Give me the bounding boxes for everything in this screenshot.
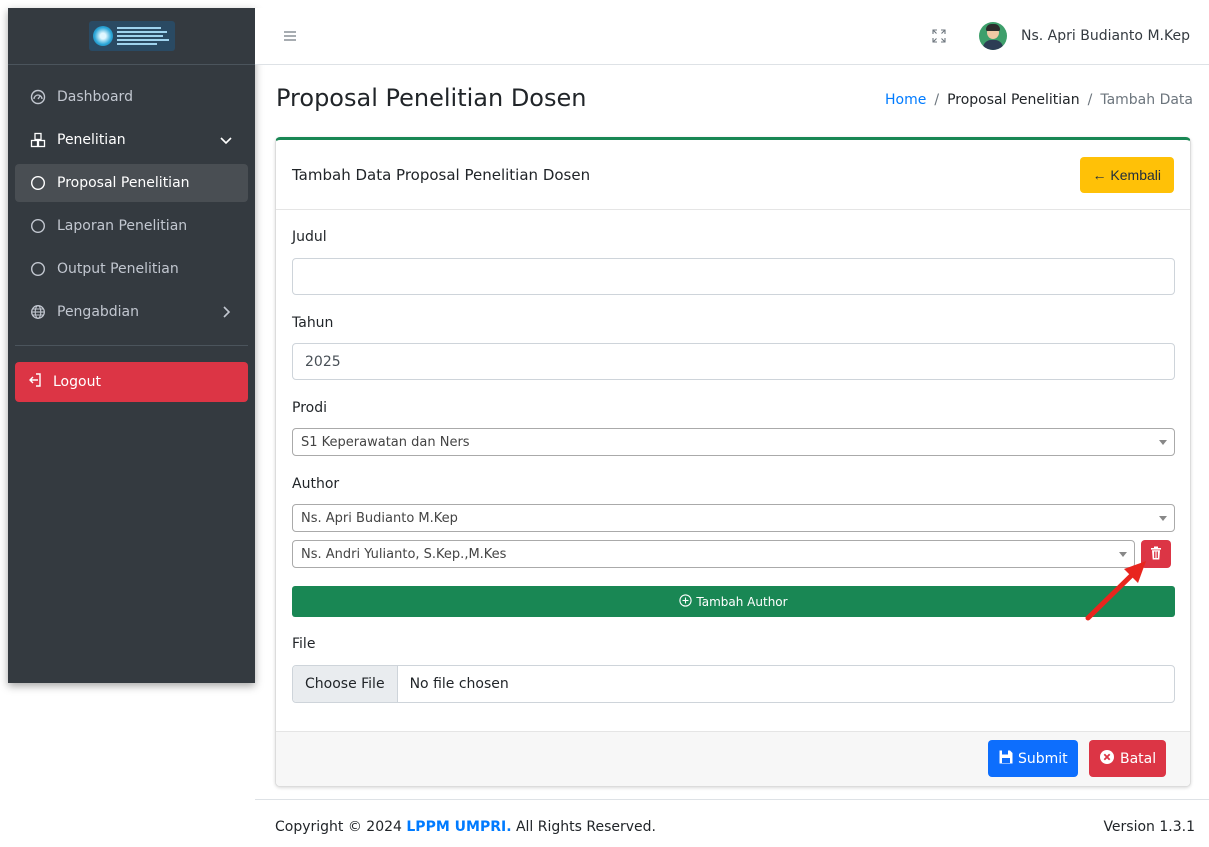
plus-circle-icon	[679, 593, 693, 610]
breadcrumb-current: Tambah Data	[1100, 92, 1193, 108]
form-card: Tambah Data Proposal Penelitian Dosen ← …	[275, 137, 1191, 787]
add-author-label: Tambah Author	[696, 594, 788, 609]
sidebar-item-label: Proposal Penelitian	[57, 175, 190, 191]
author-label: Author	[292, 476, 340, 492]
file-input[interactable]: Choose File No file chosen	[292, 665, 1175, 703]
dropdown-caret-icon	[1159, 440, 1167, 445]
page-footer: Copyright © 2024 LPPM UMPRI. All Rights …	[255, 799, 1209, 847]
version-text: Version 1.3.1	[1103, 819, 1195, 835]
prodi-select[interactable]: S1 Keperawatan dan Ners	[292, 428, 1175, 456]
sidebar-item-label: Pengabdian	[57, 304, 140, 320]
breadcrumb-home[interactable]: Home	[885, 92, 926, 108]
sidebar-item-laporan-penelitian[interactable]: Laporan Penelitian	[15, 207, 248, 245]
dashboard-icon	[29, 88, 47, 106]
sidebar-item-label: Output Penelitian	[57, 261, 179, 277]
author-selected: Ns. Andri Yulianto, S.Kep.,M.Kes	[301, 546, 507, 562]
card-footer: Submit Batal	[276, 731, 1190, 786]
judul-input[interactable]	[292, 258, 1175, 295]
cancel-button[interactable]: Batal	[1089, 740, 1167, 777]
submit-label: Submit	[1018, 750, 1068, 767]
tahun-input[interactable]: 2025	[292, 343, 1175, 380]
sidebar-item-label: Penelitian	[57, 132, 126, 148]
add-author-button[interactable]: Tambah Author	[292, 586, 1175, 617]
card-title: Tambah Data Proposal Penelitian Dosen	[292, 166, 591, 184]
copyright: Copyright © 2024 LPPM UMPRI. All Rights …	[275, 819, 656, 835]
prodi-selected: S1 Keperawatan dan Ners	[301, 434, 470, 450]
breadcrumb: Home / Proposal Penelitian / Tambah Data	[885, 92, 1193, 108]
brand-logo[interactable]	[8, 8, 255, 65]
sidebar-item-dashboard[interactable]: Dashboard	[15, 78, 248, 116]
circle-icon	[29, 260, 47, 278]
menu-toggle-icon[interactable]	[283, 28, 297, 42]
submit-button[interactable]: Submit	[988, 740, 1078, 777]
breadcrumb-separator: /	[1087, 92, 1093, 108]
sidebar-item-proposal-penelitian[interactable]: Proposal Penelitian	[15, 164, 248, 202]
logout-label: Logout	[53, 374, 101, 390]
sidebar-nav: Dashboard Penelitian Proposal Penelitian…	[8, 65, 255, 331]
logo-emblem-icon	[92, 26, 113, 46]
avatar[interactable]	[979, 22, 1007, 50]
user-name[interactable]: Ns. Apri Budianto M.Kep	[1021, 28, 1190, 44]
cubes-icon	[29, 131, 47, 149]
circle-icon	[29, 217, 47, 235]
cancel-label: Batal	[1120, 750, 1157, 767]
choose-file-button[interactable]: Choose File	[293, 666, 398, 702]
sidebar-divider	[15, 345, 248, 346]
file-status: No file chosen	[409, 676, 509, 692]
trash-icon	[1150, 545, 1162, 564]
fullscreen-icon[interactable]	[931, 28, 947, 44]
circle-icon	[29, 174, 47, 192]
chevron-right-icon	[218, 304, 234, 320]
logout-button[interactable]: Logout	[15, 362, 248, 402]
close-circle-icon	[1099, 749, 1115, 769]
breadcrumb-separator: /	[934, 92, 940, 108]
dropdown-caret-icon	[1119, 552, 1127, 557]
sidebar-item-penelitian[interactable]: Penelitian	[15, 121, 248, 159]
chevron-down-icon	[218, 132, 234, 148]
save-icon	[998, 749, 1014, 769]
delete-author-button[interactable]	[1141, 540, 1171, 568]
top-navbar: Ns. Apri Budianto M.Kep	[255, 8, 1209, 65]
brand-link[interactable]: LPPM UMPRI.	[406, 819, 511, 835]
author-selected: Ns. Apri Budianto M.Kep	[301, 510, 458, 526]
sidebar-item-output-penelitian[interactable]: Output Penelitian	[15, 250, 248, 288]
judul-label: Judul	[292, 229, 327, 245]
prodi-label: Prodi	[292, 400, 327, 416]
logout-icon	[27, 372, 43, 392]
card-header: Tambah Data Proposal Penelitian Dosen ← …	[276, 140, 1190, 210]
dropdown-caret-icon	[1159, 516, 1167, 521]
breadcrumb-proposal: Proposal Penelitian	[947, 92, 1080, 108]
tahun-label: Tahun	[292, 315, 334, 331]
lppm-logo	[88, 21, 175, 51]
back-button[interactable]: ← Kembali	[1079, 157, 1174, 193]
author-select-2[interactable]: Ns. Andri Yulianto, S.Kep.,M.Kes	[292, 540, 1135, 568]
sidebar-item-label: Laporan Penelitian	[57, 218, 188, 234]
sidebar-item-label: Dashboard	[57, 89, 133, 105]
file-label: File	[292, 636, 316, 652]
globe-icon	[29, 303, 47, 321]
author-select-1[interactable]: Ns. Apri Budianto M.Kep	[292, 504, 1175, 532]
sidebar: Dashboard Penelitian Proposal Penelitian…	[8, 8, 255, 683]
page-title: Proposal Penelitian Dosen	[276, 84, 587, 112]
sidebar-item-pengabdian[interactable]: Pengabdian	[15, 293, 248, 331]
